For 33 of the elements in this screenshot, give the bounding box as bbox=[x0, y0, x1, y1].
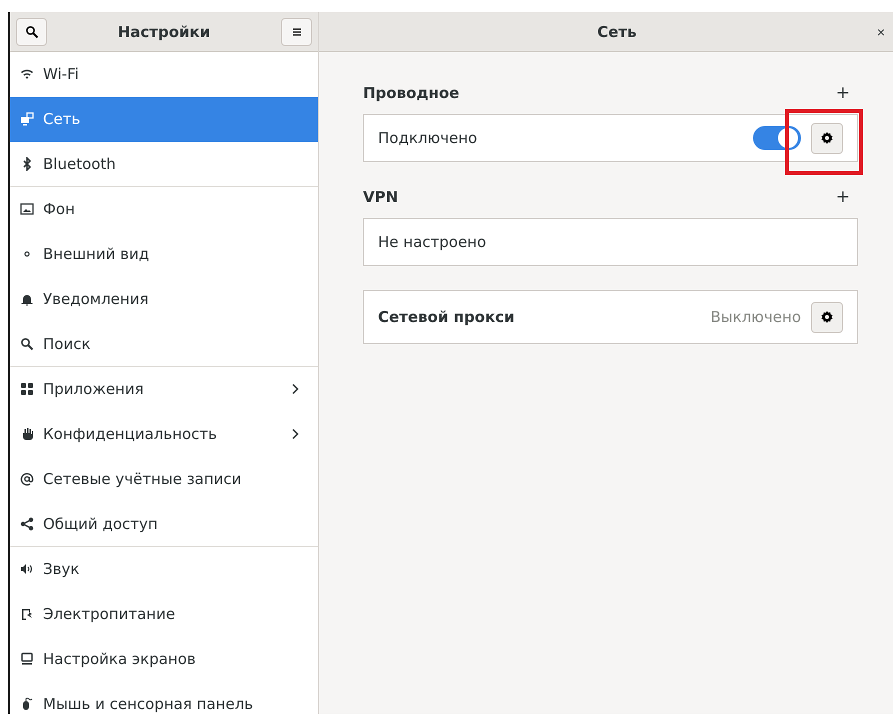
speaker-icon bbox=[20, 562, 34, 576]
sidebar-title: Настройки bbox=[116, 22, 212, 40]
settings-button[interactable] bbox=[811, 122, 843, 154]
grid-icon bbox=[20, 382, 34, 396]
monitor-icon bbox=[20, 652, 34, 666]
settings-icon bbox=[820, 310, 834, 324]
search-icon bbox=[20, 337, 34, 351]
settings-icon bbox=[820, 131, 834, 145]
page-title: Сеть bbox=[596, 22, 638, 40]
row-label: Сетевой прокси bbox=[378, 308, 516, 326]
search-icon bbox=[24, 24, 38, 38]
sidebar-item[interactable]: Сеть bbox=[10, 97, 318, 142]
add-button[interactable]: + bbox=[828, 83, 858, 103]
wifi-icon bbox=[20, 67, 34, 81]
network-icon bbox=[20, 112, 34, 126]
status-text: Выключено bbox=[710, 308, 801, 326]
row-label: Не настроено bbox=[378, 233, 488, 251]
share-icon bbox=[20, 517, 34, 531]
search-button[interactable] bbox=[16, 18, 47, 46]
bell-icon bbox=[20, 292, 34, 306]
mouse-icon bbox=[20, 697, 34, 711]
settings-button[interactable] bbox=[811, 302, 843, 332]
section-title: Проводное bbox=[363, 84, 460, 102]
toggle-switch[interactable] bbox=[753, 126, 801, 150]
add-button[interactable]: + bbox=[828, 187, 858, 207]
section-title: VPN bbox=[363, 188, 398, 206]
close-button[interactable]: × bbox=[874, 24, 887, 40]
row-label: Подключено bbox=[378, 129, 478, 147]
battery-icon bbox=[20, 607, 34, 621]
menu-button[interactable] bbox=[281, 18, 312, 46]
hand-icon bbox=[20, 427, 34, 441]
image-icon bbox=[20, 202, 34, 216]
at-icon bbox=[20, 472, 34, 486]
